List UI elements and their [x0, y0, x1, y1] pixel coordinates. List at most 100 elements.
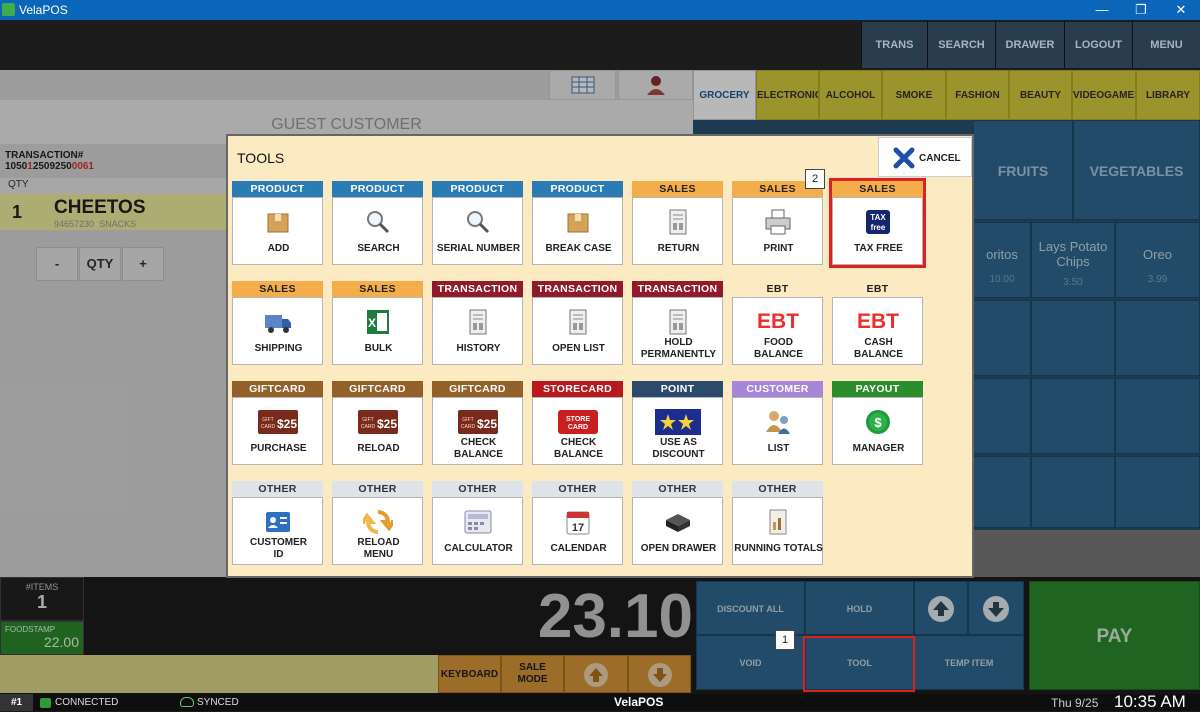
tool-add-button[interactable]: PRODUCT ADD [232, 181, 323, 265]
tool-label-line1: CHECK [560, 437, 597, 448]
tool-label: MANAGER [852, 443, 905, 454]
tool-category-label: EBT [732, 281, 823, 297]
magnifier-icon [363, 208, 393, 241]
logout-button[interactable]: LOGOUT [1064, 22, 1132, 68]
minimize-button[interactable]: — [1087, 1, 1117, 19]
tool-label-line1: USE AS [660, 437, 697, 448]
tool-body: EBT CASH BALANCE [832, 297, 923, 365]
tool-category-label: OTHER [232, 481, 323, 497]
tool-serial-number-button[interactable]: PRODUCT SERIAL NUMBER [432, 181, 523, 265]
search-button[interactable]: SEARCH [927, 22, 995, 68]
tool-shipping-button[interactable]: SALES SHIPPING [232, 281, 323, 365]
tool-check-balance-button[interactable]: STORECARD STORE CARD CHECK BALANCE [532, 381, 623, 465]
dialog-header: TOOLS CANCEL [228, 136, 972, 178]
register-number: #1 [0, 694, 33, 711]
tool-calendar-button[interactable]: OTHER 17 CALENDAR [532, 481, 623, 565]
tool-label-line2: BALANCE [854, 349, 903, 360]
tool-category-label: PAYOUT [832, 381, 923, 397]
title-bar: VelaPOS — ❐ ✕ [0, 0, 1200, 20]
tool-print-button[interactable]: SALES PRINT [732, 181, 823, 265]
svg-text:GIFT: GIFT [462, 417, 473, 423]
tool-manager-button[interactable]: PAYOUT $ MANAGER [832, 381, 923, 465]
cancel-button[interactable]: CANCEL [878, 137, 972, 177]
tool-label-line1: CHECK [460, 437, 497, 448]
svg-text:GIFT: GIFT [362, 417, 373, 423]
connection-status: CONNECTED [55, 697, 119, 708]
tool-list-button[interactable]: CUSTOMER LIST [732, 381, 823, 465]
tool-open-list-button[interactable]: TRANSACTION OPEN LIST [532, 281, 623, 365]
svg-text:TAX: TAX [870, 213, 886, 222]
window-title: VelaPOS [19, 3, 68, 17]
tool-label: CALCULATOR [444, 543, 513, 554]
drawer-button[interactable]: DRAWER [995, 22, 1064, 68]
tool-tax-free-button[interactable]: SALES TAX free TAX FREE [829, 178, 926, 268]
step-marker-2: 2 [805, 169, 825, 189]
tool-food-balance-button[interactable]: EBT EBT FOOD BALANCE [732, 281, 823, 365]
tool-body: CALCULATOR [432, 497, 523, 565]
tool-body: GIFT CARD $25 CHECK BALANCE [432, 397, 523, 465]
tool-category-label: GIFTCARD [332, 381, 423, 397]
tool-category-label: TRANSACTION [532, 281, 623, 297]
tool-label: CALENDAR [550, 543, 607, 554]
tool-label-line1: CUSTOMER [249, 537, 308, 548]
tool-category-label: PRODUCT [432, 181, 523, 197]
tool-calculator-button[interactable]: OTHER CALCULATOR [432, 481, 523, 565]
giftcard-icon: GIFT CARD $25 [257, 408, 299, 441]
tool-label: RELOAD [357, 443, 400, 454]
tool-category-label: PRODUCT [532, 181, 623, 197]
tool-search-button[interactable]: PRODUCT SEARCH [332, 181, 423, 265]
tool-label-line2: BALANCE [554, 449, 603, 460]
tool-category-label: PRODUCT [332, 181, 423, 197]
tool-customer-id-button[interactable]: OTHER CUSTOMER ID [232, 481, 323, 565]
tool-body: USE AS DISCOUNT [632, 397, 723, 465]
tool-body: TAX free TAX FREE [832, 197, 923, 265]
tool-label-line2: PERMANENTLY [640, 349, 717, 360]
svg-text:EBT: EBT [857, 310, 899, 332]
tools-dialog: TOOLS CANCEL PRODUCT ADD PRODUCT SEARCH PROD… [226, 134, 974, 578]
tool-label: OPEN DRAWER [640, 543, 717, 554]
tool-running-totals-button[interactable]: OTHER RUNNING TOTALS [732, 481, 823, 565]
tool-open-drawer-button[interactable]: OTHER OPEN DRAWER [632, 481, 723, 565]
tool-reload-menu-button[interactable]: OTHER RELOAD MENU [332, 481, 423, 565]
tool-history-button[interactable]: TRANSACTION HISTORY [432, 281, 523, 365]
tool-category-label: OTHER [732, 481, 823, 497]
tool-body: SEARCH [332, 197, 423, 265]
magnifier-icon [463, 208, 493, 241]
tool-body: BREAK CASE [532, 197, 623, 265]
tool-reload-button[interactable]: GIFTCARD GIFT CARD $25 RELOAD [332, 381, 423, 465]
tool-label-line1: FOOD [764, 337, 793, 348]
tool-break-case-button[interactable]: PRODUCT BREAK CASE [532, 181, 623, 265]
receipt-icon [663, 208, 693, 241]
svg-text:CARD: CARD [360, 424, 375, 430]
tool-purchase-button[interactable]: GIFTCARD GIFT CARD $25 PURCHASE [232, 381, 323, 465]
tool-label: BULK [364, 343, 393, 354]
tool-body: X BULK [332, 297, 423, 365]
tool-bulk-button[interactable]: SALES X BULK [332, 281, 423, 365]
tool-category-label: PRODUCT [232, 181, 323, 197]
trans-button[interactable]: TRANS [861, 22, 927, 68]
tool-label: SHIPPING [254, 343, 303, 354]
tool-check-balance-button[interactable]: GIFTCARD GIFT CARD $25 CHECK BALANCE [432, 381, 523, 465]
tool-cash-balance-button[interactable]: EBT EBT CASH BALANCE [832, 281, 923, 365]
tool-label-line2: BALANCE [454, 449, 503, 460]
brand-label: VelaPOS [614, 695, 664, 709]
dollar-coin-icon: $ [863, 408, 893, 441]
app-logo-icon [2, 3, 15, 16]
svg-text:STORE: STORE [566, 416, 590, 423]
tool-category-label: EBT [832, 281, 923, 297]
svg-text:GIFT: GIFT [262, 417, 273, 423]
tool-label: OPEN LIST [552, 343, 605, 354]
excel-icon: X [363, 308, 393, 341]
tool-hold-permanently-button[interactable]: TRANSACTION HOLD PERMANENTLY [632, 281, 723, 365]
tool-label: SEARCH [357, 243, 400, 254]
tool-use-as-discount-button[interactable]: POINT USE AS DISCOUNT [632, 381, 723, 465]
tool-category-label: OTHER [432, 481, 523, 497]
menu-button[interactable]: MENU [1132, 22, 1200, 68]
tool-label-line1: CASH [864, 337, 893, 348]
tool-return-button[interactable]: SALES RETURN [632, 181, 723, 265]
tool-body: CUSTOMER ID [232, 497, 323, 565]
status-bar: #1 CONNECTED SYNCED VelaPOS Thu 9/25 10:… [0, 692, 1200, 711]
restore-button[interactable]: ❐ [1126, 1, 1156, 19]
step-marker-1: 1 [775, 630, 795, 650]
close-window-button[interactable]: ✕ [1166, 1, 1196, 19]
